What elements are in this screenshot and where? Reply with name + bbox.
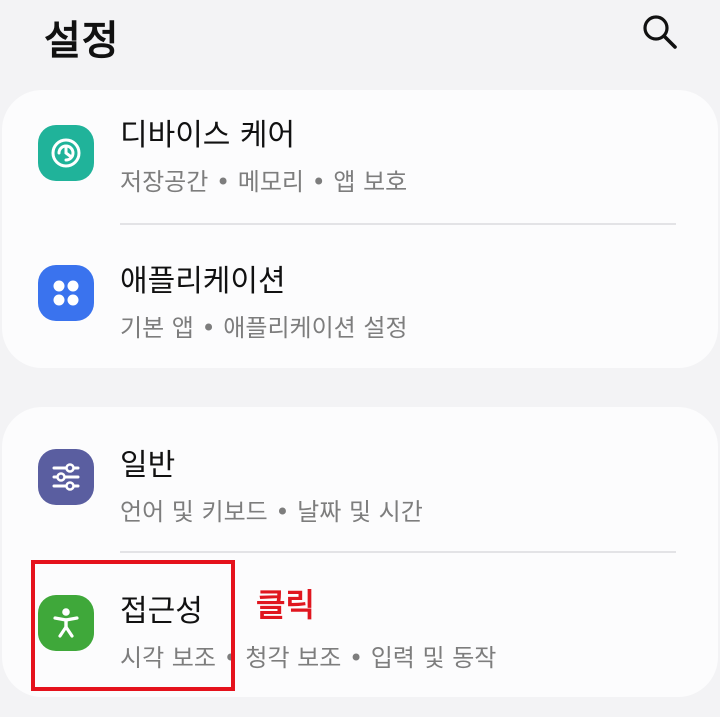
settings-item-general[interactable]: 일반 언어 및 키보드 • 날짜 및 시간 — [2, 407, 718, 551]
item-title: 디바이스 케어 — [120, 118, 296, 153]
search-icon — [643, 15, 677, 49]
item-subtitle: 기본 앱 • 애플리케이션 설정 — [120, 314, 408, 342]
device-care-icon — [38, 125, 94, 181]
app-header: 설정 — [0, 0, 720, 80]
search-button[interactable] — [638, 10, 682, 54]
sliders-icon — [38, 449, 94, 505]
settings-group-1: 디바이스 케어 저장공간 • 메모리 • 앱 보호 애플리케이션 기본 앱 • … — [2, 90, 718, 368]
page-title: 설정 — [44, 18, 120, 64]
item-title: 일반 — [120, 448, 176, 483]
settings-item-applications[interactable]: 애플리케이션 기본 앱 • 애플리케이션 설정 — [2, 226, 718, 368]
item-title: 애플리케이션 — [120, 264, 286, 299]
apps-grid-icon — [38, 265, 94, 321]
item-subtitle: 저장공간 • 메모리 • 앱 보호 — [120, 168, 408, 196]
divider — [120, 223, 676, 225]
item-subtitle: 언어 및 키보드 • 날짜 및 시간 — [120, 498, 423, 526]
click-annotation-label: 클릭 — [256, 586, 315, 624]
click-highlight-box — [31, 560, 235, 691]
settings-item-device-care[interactable]: 디바이스 케어 저장공간 • 메모리 • 앱 보호 — [2, 90, 718, 226]
